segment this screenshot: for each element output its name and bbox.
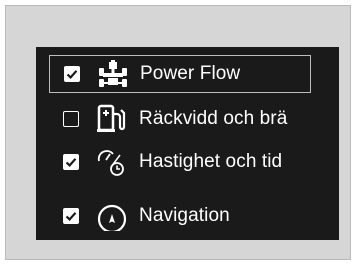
checkbox-checked[interactable]	[63, 154, 79, 170]
menu-item-navigation[interactable]: Navigation	[49, 197, 311, 235]
menu-item-label: Navigation	[139, 205, 230, 226]
navigation-icon	[97, 204, 127, 231]
menu-screen: Power Flow Räckvidd och brä Hastighet oc…	[36, 47, 339, 240]
menu-item-range[interactable]: Räckvidd och brä	[49, 100, 311, 138]
checkmark-icon	[65, 158, 77, 167]
menu-item-power-flow[interactable]: Power Flow	[49, 55, 311, 93]
menu-item-label: Power Flow	[140, 63, 241, 84]
power-flow-icon	[99, 60, 127, 87]
menu-item-label: Hastighet och tid	[139, 151, 283, 172]
checkbox-unchecked[interactable]	[63, 111, 79, 127]
checkmark-icon	[65, 212, 77, 221]
menu-item-speed-time[interactable]: Hastighet och tid	[49, 143, 311, 181]
speed-time-icon	[97, 150, 124, 176]
menu-item-label: Räckvidd och brä	[139, 108, 288, 129]
checkmark-icon	[66, 70, 78, 79]
checkbox-checked[interactable]	[64, 66, 80, 82]
display-frame: Power Flow Räckvidd och brä Hastighet oc…	[5, 5, 351, 260]
fuel-range-icon	[97, 104, 126, 132]
checkbox-checked[interactable]	[63, 208, 79, 224]
